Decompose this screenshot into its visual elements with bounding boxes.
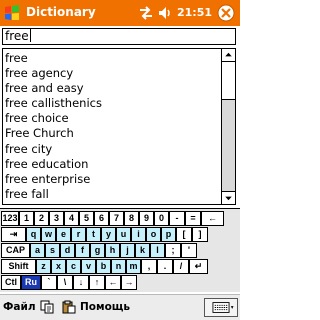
app-title: Dictionary: [26, 5, 96, 19]
key-symbol[interactable]: ,: [141, 259, 157, 274]
key-ctrl[interactable]: Ctl: [1, 275, 21, 290]
menu-bar: Файл Помощь: [0, 294, 240, 320]
key-shift[interactable]: Shift: [1, 259, 36, 274]
list-item[interactable]: free education: [3, 157, 221, 172]
key-y[interactable]: y: [101, 227, 116, 242]
key-symbol[interactable]: =: [185, 211, 201, 226]
key-l[interactable]: l: [150, 243, 165, 258]
key-6[interactable]: 6: [94, 211, 109, 226]
key-r[interactable]: r: [71, 227, 86, 242]
key-u[interactable]: u: [116, 227, 131, 242]
key-v[interactable]: v: [81, 259, 96, 274]
sync-arrows-icon[interactable]: [139, 6, 153, 20]
key-4[interactable]: 4: [64, 211, 79, 226]
key-symbol[interactable]: -: [169, 211, 185, 226]
key-0[interactable]: 0: [154, 211, 169, 226]
key-arrow-up[interactable]: ↑: [89, 275, 105, 290]
scroll-track[interactable]: [222, 100, 235, 191]
scroll-up-icon[interactable]: [222, 49, 235, 62]
key-3[interactable]: 3: [49, 211, 64, 226]
windows-flag-icon[interactable]: [3, 4, 21, 22]
key-i[interactable]: i: [131, 227, 146, 242]
key-b[interactable]: b: [96, 259, 111, 274]
search-input[interactable]: free: [2, 28, 236, 45]
paste-icon[interactable]: [62, 300, 76, 314]
keyboard-icon[interactable]: [204, 298, 238, 317]
key-j[interactable]: j: [120, 243, 135, 258]
text-caret: [29, 29, 31, 42]
key-caps[interactable]: CAP: [1, 243, 30, 258]
key-p[interactable]: p: [161, 227, 176, 242]
key-g[interactable]: g: [90, 243, 105, 258]
key-h[interactable]: h: [105, 243, 120, 258]
key-symbol[interactable]: ;: [165, 243, 181, 258]
list-item[interactable]: free agency: [3, 66, 221, 81]
key-arrow-left[interactable]: ←: [105, 275, 121, 290]
menu-help[interactable]: Помощь: [80, 301, 130, 313]
key-x[interactable]: x: [51, 259, 66, 274]
key-arrow-right[interactable]: →: [121, 275, 137, 290]
key-symbol[interactable]: ': [181, 243, 197, 258]
title-bar: Dictionary 21:51: [0, 0, 240, 26]
list-item[interactable]: free enterprise: [3, 172, 221, 187]
key-7[interactable]: 7: [109, 211, 124, 226]
key-t[interactable]: t: [86, 227, 101, 242]
results-list[interactable]: free free agency free and easy free callist…: [2, 48, 236, 205]
key-numeric[interactable]: 123: [1, 211, 19, 226]
key-russian[interactable]: Ru: [21, 275, 41, 290]
key-enter[interactable]: ↵: [189, 259, 208, 274]
search-value: free: [5, 29, 29, 43]
list-item[interactable]: free fall: [3, 187, 221, 202]
list-item[interactable]: free city: [3, 142, 221, 157]
key-8[interactable]: 8: [124, 211, 139, 226]
key-symbol[interactable]: [: [176, 227, 192, 242]
key-2[interactable]: 2: [34, 211, 49, 226]
key-symbol[interactable]: \: [57, 275, 73, 290]
key-arrow-down[interactable]: ↓: [73, 275, 89, 290]
speaker-icon[interactable]: [158, 6, 172, 20]
key-k[interactable]: k: [135, 243, 150, 258]
key-d[interactable]: d: [60, 243, 75, 258]
scroll-thumb[interactable]: [222, 62, 235, 100]
key-9[interactable]: 9: [139, 211, 154, 226]
key-1[interactable]: 1: [19, 211, 34, 226]
list-item[interactable]: free choice: [3, 111, 221, 126]
key-backspace[interactable]: ←: [201, 211, 224, 226]
key-a[interactable]: a: [30, 243, 45, 258]
key-tab[interactable]: ⇥: [1, 227, 26, 242]
list-item[interactable]: Free Church: [3, 126, 221, 141]
key-f[interactable]: f: [75, 243, 90, 258]
key-symbol[interactable]: .: [157, 259, 173, 274]
key-c[interactable]: c: [66, 259, 81, 274]
list-item[interactable]: free and easy: [3, 81, 221, 96]
copy-icon[interactable]: [40, 300, 54, 314]
key-q[interactable]: q: [26, 227, 41, 242]
scroll-down-icon[interactable]: [222, 191, 235, 204]
list-item[interactable]: free: [3, 51, 221, 66]
key-symbol[interactable]: /: [173, 259, 189, 274]
key-z[interactable]: z: [36, 259, 51, 274]
clock[interactable]: 21:51: [177, 6, 212, 19]
key-symbol[interactable]: `: [41, 275, 57, 290]
key-symbol[interactable]: ]: [192, 227, 208, 242]
key-5[interactable]: 5: [79, 211, 94, 226]
vertical-scrollbar[interactable]: [221, 49, 235, 204]
list-item[interactable]: free house: [3, 202, 221, 204]
soft-keyboard: 123 1 2 3 4 5 6 7 8 9 0- = ← ⇥ q w e r t y u i o p[] CAP a s d f g h…: [0, 208, 240, 292]
key-n[interactable]: n: [111, 259, 126, 274]
key-s[interactable]: s: [45, 243, 60, 258]
key-m[interactable]: m: [126, 259, 141, 274]
key-e[interactable]: e: [56, 227, 71, 242]
key-o[interactable]: o: [146, 227, 161, 242]
menu-file[interactable]: Файл: [3, 301, 36, 313]
list-item[interactable]: free callisthenics: [3, 96, 221, 111]
key-w[interactable]: w: [41, 227, 56, 242]
close-icon[interactable]: [217, 4, 235, 22]
